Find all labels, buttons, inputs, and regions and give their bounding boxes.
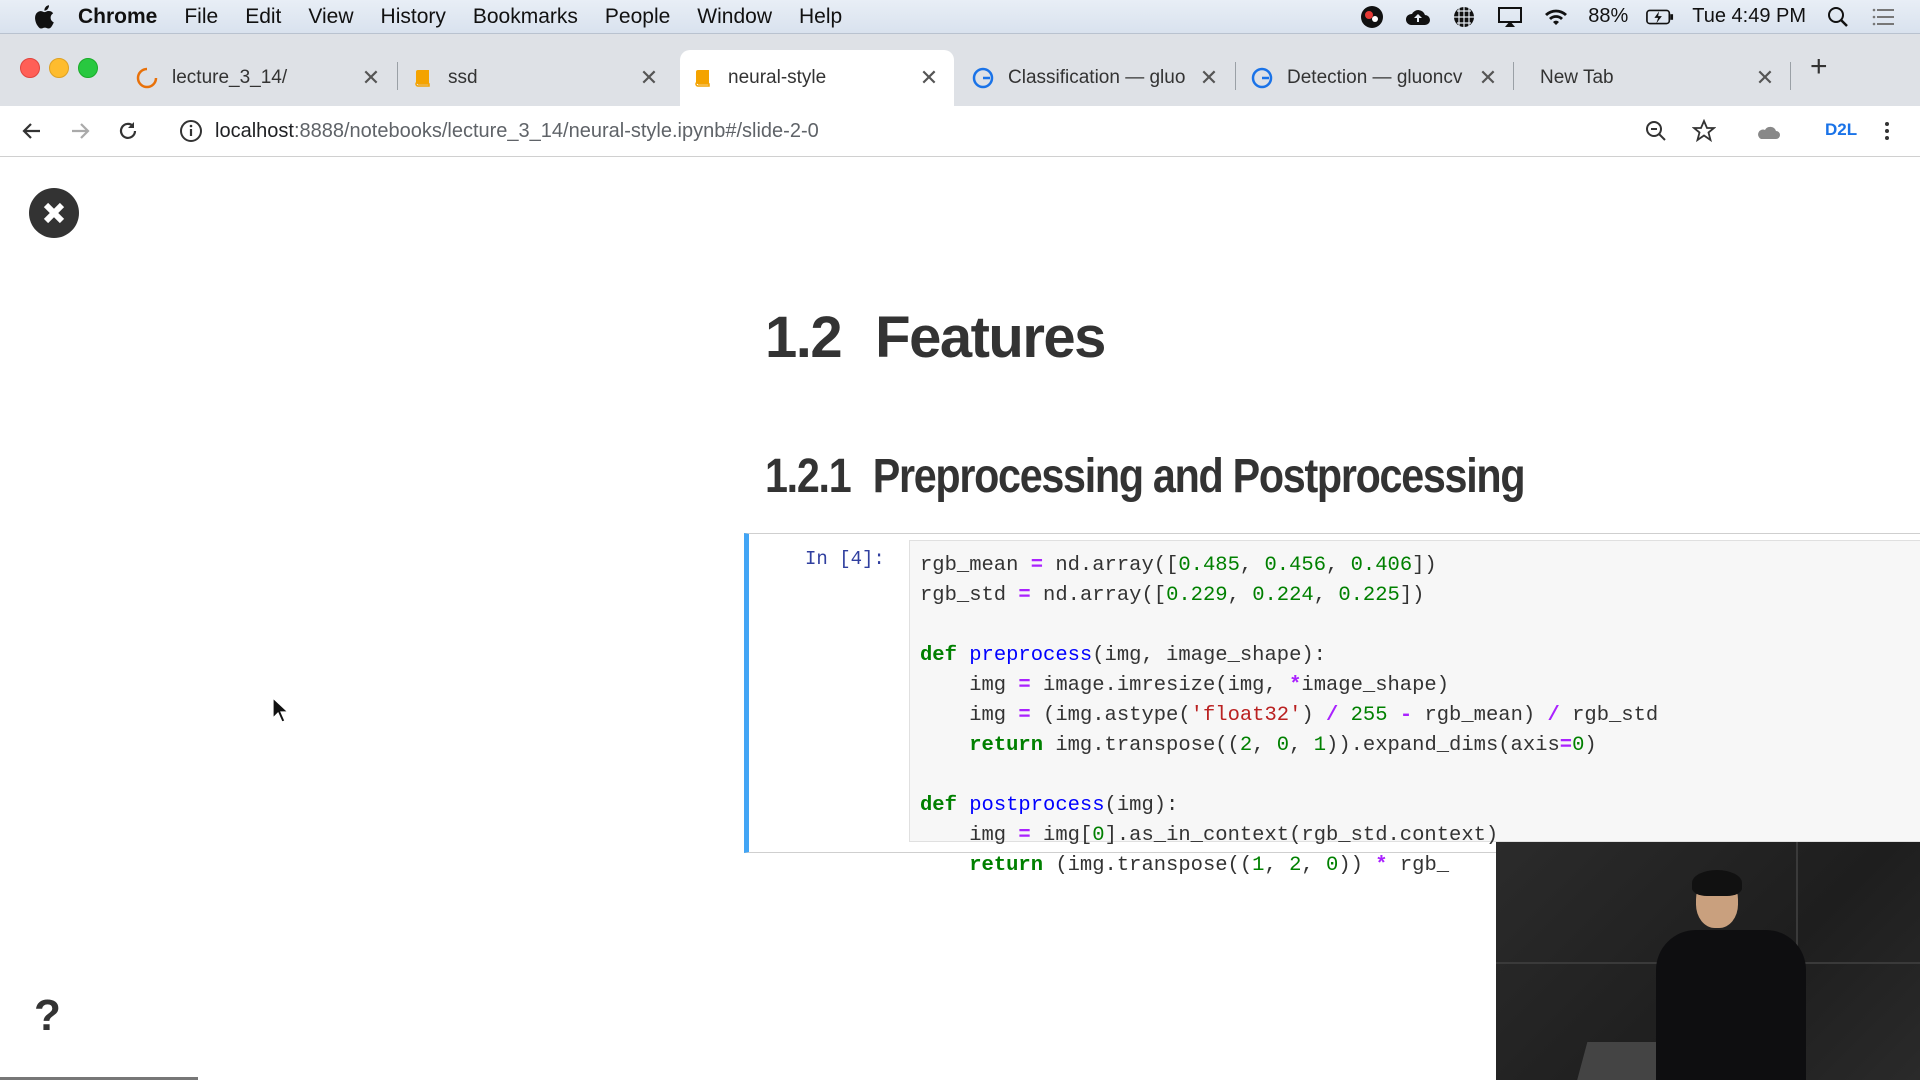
code-line: img = (img.astype('float32') / 255 - rgb…: [920, 704, 1659, 727]
code-line: img = image.imresize(img, *image_shape): [920, 674, 1450, 697]
heading-number: 1.2.1: [765, 450, 852, 503]
tab-close-icon[interactable]: ✕: [918, 65, 940, 91]
laptop: [1576, 1042, 1668, 1080]
menu-edit[interactable]: Edit: [245, 5, 281, 29]
heading-text: Preprocessing and Postprocessing: [872, 450, 1526, 503]
tab-label: ssd: [448, 67, 478, 88]
back-arrow-icon[interactable]: [17, 116, 47, 146]
address-bar[interactable]: localhost:8888/notebooks/lecture_3_14/ne…: [165, 112, 1730, 150]
tab-label: lecture_3_14/: [172, 67, 288, 88]
lecture-video-overlay: [1496, 842, 1920, 1080]
window-minimize-button[interactable]: [49, 58, 69, 78]
url-host: localhost: [215, 119, 294, 142]
window-zoom-button[interactable]: [78, 58, 98, 78]
code-editor[interactable]: rgb_mean = nd.array([0.485, 0.456, 0.406…: [909, 540, 1920, 877]
gluon-g-icon: [1251, 67, 1273, 89]
menu-app-chrome[interactable]: Chrome: [78, 5, 157, 29]
code-line: img = img[0].as_in_context(rgb_std.conte…: [920, 824, 1499, 847]
tab-new-tab[interactable]: New Tab ✕: [1516, 50, 1790, 106]
cloud-upload-icon[interactable]: [1404, 5, 1432, 29]
extension-drive-icon[interactable]: [1753, 116, 1783, 146]
tab-divider: [1513, 62, 1514, 90]
chrome-menu-icon[interactable]: [1872, 116, 1902, 146]
tab-detection[interactable]: Detection — gluoncv ✕: [1239, 50, 1513, 106]
cell-prompt: In [4]:: [805, 548, 885, 570]
code-line: return img.transpose((2, 0, 1)).expand_d…: [969, 734, 1597, 757]
tab-label: New Tab: [1540, 67, 1614, 88]
tab-label: neural-style: [728, 67, 827, 88]
browser-tab-strip: lecture_3_14/ ✕ ssd ✕ neural-style ✕ Cla…: [0, 34, 1920, 106]
tab-divider: [1235, 62, 1236, 90]
tab-spacer: [1528, 67, 1534, 89]
macos-menu-bar: Chrome File Edit View History Bookmarks …: [0, 0, 1920, 34]
tab-neural-style[interactable]: neural-style ✕: [680, 50, 954, 106]
menu-bookmarks[interactable]: Bookmarks: [473, 5, 578, 29]
spotlight-search-icon[interactable]: [1824, 5, 1852, 29]
loading-spinner-icon: [136, 67, 158, 89]
menu-people[interactable]: People: [605, 5, 670, 29]
page-title: 1.2 Features: [765, 304, 1106, 371]
colorful-app-icon[interactable]: [1358, 5, 1386, 29]
window-close-button[interactable]: [20, 58, 40, 78]
help-icon[interactable]: ?: [34, 991, 61, 1041]
heading-number: 1.2: [765, 305, 843, 370]
code-cell[interactable]: In [4]: rgb_mean = nd.array([0.485, 0.45…: [744, 533, 1920, 877]
presenter-hair: [1692, 870, 1742, 896]
section-heading: 1.2.1 Preprocessing and Postprocessing: [765, 449, 1526, 504]
tab-lecture[interactable]: lecture_3_14/ ✕: [124, 50, 396, 106]
mouse-cursor-icon: [272, 697, 290, 723]
tab-classification[interactable]: Classification — gluo ✕: [960, 50, 1234, 106]
menu-history[interactable]: History: [381, 5, 446, 29]
reload-icon[interactable]: [113, 116, 143, 146]
clock[interactable]: Tue 4:49 PM: [1692, 5, 1806, 28]
airplay-icon[interactable]: [1496, 5, 1524, 29]
menu-window[interactable]: Window: [697, 5, 772, 29]
bookmark-star-icon[interactable]: [1689, 116, 1719, 146]
gluon-g-icon: [972, 67, 994, 89]
zoom-icon[interactable]: [1641, 116, 1671, 146]
battery-percentage: 88%: [1588, 5, 1629, 27]
close-slideshow-icon[interactable]: [29, 188, 79, 238]
wifi-icon[interactable]: [1542, 5, 1570, 29]
globe-grid-icon[interactable]: [1450, 5, 1478, 29]
notebook-icon: [692, 67, 714, 89]
code-line: def postprocess(img):: [920, 794, 1179, 817]
browser-toolbar: localhost:8888/notebooks/lecture_3_14/ne…: [0, 106, 1920, 157]
code-block: rgb_mean = nd.array([0.485, 0.456, 0.406…: [910, 541, 1920, 881]
tab-divider: [397, 62, 398, 90]
apple-icon[interactable]: [30, 2, 60, 32]
presenter-body: [1656, 930, 1806, 1080]
forward-arrow-icon[interactable]: [65, 116, 95, 146]
menu-help[interactable]: Help: [799, 5, 842, 29]
d2l-extension[interactable]: D2L: [1825, 120, 1857, 140]
tab-divider: [1790, 62, 1791, 90]
menubar-status-area: 88% Tue 4:49 PM: [1358, 0, 1898, 33]
tab-close-icon[interactable]: ✕: [1477, 65, 1499, 91]
tab-ssd[interactable]: ssd ✕: [400, 50, 674, 106]
tab-label: Detection — gluoncv: [1287, 67, 1463, 88]
notification-center-icon[interactable]: [1870, 5, 1898, 29]
tab-close-icon[interactable]: ✕: [360, 65, 382, 91]
heading-text: Features: [875, 305, 1106, 370]
code-line: rgb_std = nd.array([0.229, 0.224, 0.225]…: [920, 584, 1425, 607]
code-line: rgb_mean = nd.array([0.485, 0.456, 0.406…: [920, 554, 1437, 577]
notebook-icon: [412, 67, 434, 89]
tab-close-icon[interactable]: ✕: [638, 65, 660, 91]
tab-label: Classification — gluo: [1008, 67, 1186, 88]
new-tab-plus-icon[interactable]: +: [1810, 50, 1828, 84]
code-line: def preprocess(img, image_shape):: [920, 644, 1326, 667]
battery-charging-icon[interactable]: [1646, 5, 1674, 29]
site-info-icon[interactable]: [179, 119, 203, 143]
url-path: :8888/notebooks/lecture_3_14/neural-styl…: [293, 119, 819, 142]
tab-close-icon[interactable]: ✕: [1754, 65, 1776, 91]
code-line: return (img.transpose((1, 2, 0)) * rgb_: [969, 854, 1450, 877]
menu-view[interactable]: View: [308, 5, 353, 29]
menu-file[interactable]: File: [184, 5, 218, 29]
tab-close-icon[interactable]: ✕: [1198, 65, 1220, 91]
